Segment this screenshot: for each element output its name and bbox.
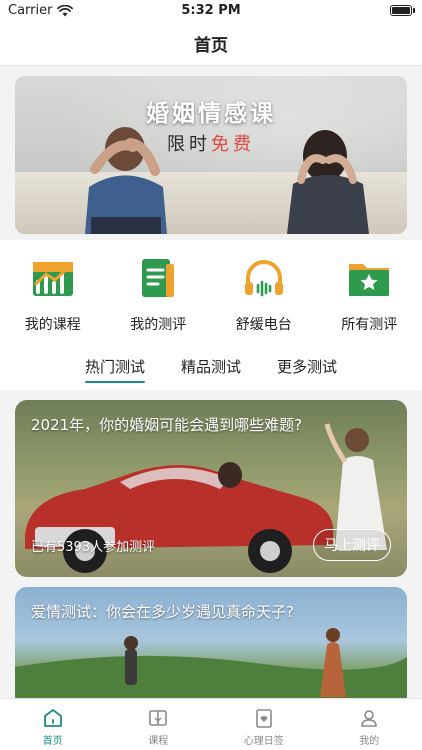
banner-subtitle-part: 限时: [167, 134, 211, 155]
tabbar-item-courses[interactable]: 课程: [106, 699, 212, 750]
tabbar-item-daily-sign[interactable]: 心理日签: [211, 699, 317, 750]
tabbar-label: 心理日签: [243, 736, 284, 747]
card-title: 2021年，你的婚姻可能会遇到哪些难题?: [31, 416, 303, 434]
book-icon: [149, 710, 168, 726]
promo-banner[interactable]: 婚姻情感课 限时免费: [15, 76, 407, 234]
page-title: 首页: [194, 36, 228, 56]
quick-item-radio[interactable]: 舒缓电台: [211, 240, 317, 344]
quick-item-label: 舒缓电台: [235, 317, 292, 333]
headphones-icon: [244, 260, 283, 297]
category-tabs: 热门测试 精品测试 更多测试: [0, 344, 422, 390]
star-folder-icon: [349, 264, 390, 296]
quick-item-my-assessments[interactable]: 我的测评: [106, 240, 212, 344]
quick-item-label: 所有测评: [341, 317, 398, 333]
home-icon: [43, 709, 62, 727]
quick-item-all-assessments[interactable]: 所有测评: [317, 240, 422, 344]
clock: 5:32 PM: [181, 3, 241, 18]
tab-premium-tests[interactable]: 精品测试: [163, 344, 259, 390]
quick-item-label: 我的课程: [24, 317, 81, 333]
test-card[interactable]: 2021年，你的婚姻可能会遇到哪些难题? 已有5393人参加测评 马上测评: [15, 400, 407, 577]
quick-item-label: 我的测评: [130, 317, 187, 333]
tabbar-label: 首页: [42, 736, 63, 747]
tab-more-tests[interactable]: 更多测试: [259, 344, 355, 390]
bottom-tab-bar: 首页 课程 心理日签 我的: [0, 698, 422, 750]
status-bar: Carrier 5:32 PM: [0, 0, 422, 22]
banner-subtitle-free: 免费: [211, 134, 255, 155]
user-icon: [361, 710, 378, 727]
tabbar-label: 课程: [148, 736, 169, 747]
participant-count: 已有5393人参加测评: [31, 540, 156, 555]
test-card[interactable]: 爱情测试：你会在多少岁遇见真命天子?: [15, 587, 407, 707]
chart-bars-icon: [32, 262, 73, 296]
banner-subtitle: 限时免费: [15, 130, 407, 156]
quick-menu: 我的课程 我的测评 舒缓电台 所有测评: [0, 240, 422, 344]
card-title: 爱情测试：你会在多少岁遇见真命天子?: [31, 603, 294, 621]
tabbar-label: 我的: [359, 736, 380, 747]
tabbar-item-home[interactable]: 首页: [0, 699, 106, 750]
quick-item-my-courses[interactable]: 我的课程: [0, 240, 106, 344]
banner-title: 婚姻情感课: [146, 101, 276, 127]
document-list-icon: [142, 259, 175, 297]
heart-calendar-icon: [255, 709, 272, 728]
nav-bar: 首页: [0, 22, 422, 66]
battery-icon: [390, 5, 415, 16]
tabbar-item-me[interactable]: 我的: [317, 699, 422, 750]
start-test-button[interactable]: 马上测评: [313, 529, 391, 561]
tab-hot-tests[interactable]: 热门测试: [67, 344, 163, 390]
